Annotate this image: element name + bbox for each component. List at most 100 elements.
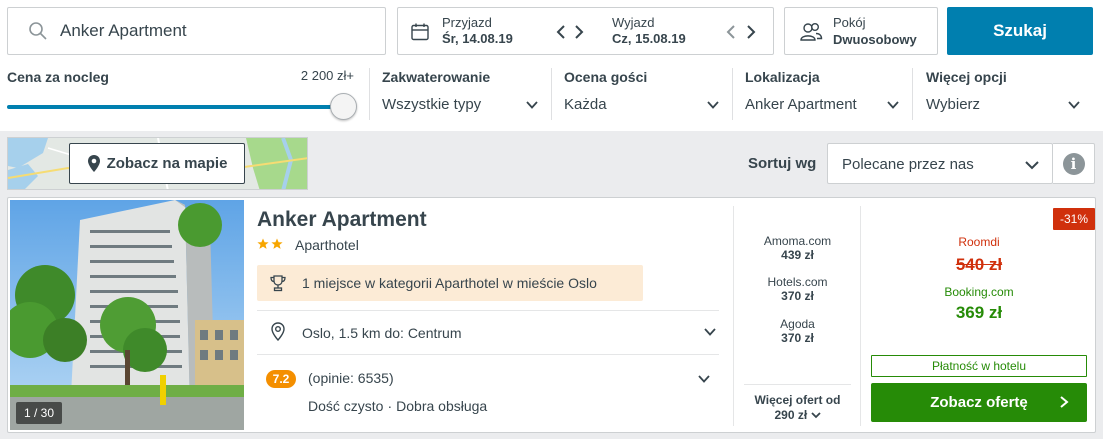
more-options-filter-value: Wybierz	[926, 96, 981, 113]
sort-info-button[interactable]: i	[1053, 143, 1095, 184]
filter-divider	[732, 68, 733, 120]
rating-highlight: Dobra obsługa	[396, 398, 488, 414]
rating-highlights: Dość czysto · Dobra obsługa	[308, 398, 487, 414]
map-pin-icon	[87, 155, 100, 172]
guest-rating-filter-title: Ocena gości	[564, 69, 648, 85]
other-offers: Amoma.com 439 zł Hotels.com 370 zł Agoda…	[734, 198, 861, 434]
more-offers-price-row: 290 zł	[744, 408, 851, 423]
search-input[interactable]: Anker Apartment	[7, 7, 386, 55]
pay-at-hotel-badge: Płatność w hotelu	[871, 355, 1087, 377]
search-input-value: Anker Apartment	[60, 21, 187, 40]
accommodation-filter-title: Zakwaterowanie	[382, 69, 491, 85]
filter-divider	[369, 68, 370, 120]
sort-label: Sortuj wg	[748, 155, 817, 172]
sort-select[interactable]: Polecane przez nas	[827, 143, 1053, 184]
best-deal-price[interactable]: 369 zł	[861, 303, 1097, 323]
photo-counter: 1 / 30	[16, 402, 63, 424]
chevron-down-icon[interactable]	[697, 372, 711, 386]
chevron-down-icon	[704, 328, 716, 336]
chevron-down-icon	[1068, 101, 1080, 109]
more-options-filter[interactable]: Więcej opcji Wybierz	[926, 68, 1082, 124]
more-offers-price: 290 zł	[774, 408, 808, 422]
offer-price: 439 zł	[781, 248, 814, 262]
chevron-left-icon	[726, 25, 735, 39]
rating-highlight: Dość czysto	[308, 398, 384, 414]
location-pin-icon	[271, 322, 285, 341]
checkin-field[interactable]: Przyjazd Śr, 14.08.19	[442, 15, 513, 47]
search-button[interactable]: Szukaj	[947, 7, 1093, 55]
location-text: Oslo, 1.5 km do: Centrum	[302, 325, 462, 341]
chevron-down-icon	[810, 412, 821, 419]
rating-score-badge[interactable]: 7.2	[266, 370, 296, 388]
chevron-right-icon	[575, 25, 584, 39]
sort-select-value: Polecane przez nas	[842, 156, 974, 173]
view-deal-button[interactable]: Zobacz ofertę	[871, 383, 1087, 422]
star-rating	[257, 238, 283, 250]
checkout-value: Cz, 15.08.19	[612, 31, 686, 46]
separator-dot: ·	[387, 398, 393, 414]
checkout-field[interactable]: Wyjazd Cz, 15.08.19	[612, 15, 686, 47]
offer-item[interactable]: Hotels.com 370 zł	[734, 275, 861, 303]
chevron-right-icon	[1060, 396, 1069, 408]
guest-rating-filter-value: Każda	[564, 96, 607, 113]
checkin-next-button[interactable]	[570, 22, 588, 42]
filter-divider	[551, 68, 552, 120]
offer-site: Amoma.com	[763, 234, 832, 248]
row-divider	[257, 354, 719, 355]
price-slider-handle[interactable]	[330, 93, 357, 120]
accommodation-filter[interactable]: Zakwaterowanie Wszystkie typy	[382, 68, 540, 124]
chevron-down-icon	[526, 101, 538, 109]
search-icon	[29, 22, 47, 40]
more-offers-button[interactable]: Więcej ofert od 290 zł	[744, 384, 851, 423]
checkin-prev-button[interactable]	[552, 22, 570, 42]
checkin-label: Przyjazd	[442, 15, 492, 30]
offer-item[interactable]: Agoda 370 zł	[734, 317, 861, 345]
trophy-icon	[270, 275, 286, 292]
price-slider-track[interactable]	[7, 105, 347, 109]
date-picker[interactable]: Przyjazd Śr, 14.08.19 Wyjazd Cz, 15.08.1…	[397, 7, 774, 55]
guests-icon	[800, 23, 823, 41]
room-selector[interactable]: Pokój Dwuosobowy	[784, 7, 938, 55]
filter-divider	[912, 68, 913, 120]
room-label: Pokój	[833, 15, 866, 30]
info-icon: i	[1062, 152, 1085, 175]
best-deal: -31% Roomdi 540 zł Booking.com 369 zł Pł…	[861, 198, 1097, 434]
location-filter[interactable]: Lokalizacja Anker Apartment	[745, 68, 901, 124]
search-header: Anker Apartment Przyjazd Śr, 14.08.19 Wy…	[0, 0, 1103, 131]
hotel-photo[interactable]: 1 / 30	[10, 200, 244, 430]
offer-site: Hotels.com	[767, 275, 828, 289]
show-on-map-button[interactable]: Zobacz na mapie	[69, 143, 245, 184]
star-icon	[257, 238, 269, 249]
show-on-map-label: Zobacz na mapie	[106, 155, 228, 172]
offer-item[interactable]: Amoma.com 439 zł	[734, 234, 861, 262]
checkout-prev-button[interactable]	[722, 22, 740, 42]
hotel-result-card: 1 / 30 Anker Apartment Aparthotel 1 miej…	[7, 197, 1096, 433]
chevron-down-icon	[887, 101, 899, 109]
calendar-icon	[411, 23, 429, 41]
discount-badge: -31%	[1053, 208, 1095, 230]
guest-rating-filter[interactable]: Ocena gości Każda	[564, 68, 720, 124]
more-options-filter-title: Więcej opcji	[926, 69, 1007, 85]
reference-site: Roomdi	[958, 235, 1000, 249]
price-filter: Cena za nocleg 2 200 zł+	[7, 68, 357, 124]
chevron-down-icon	[1025, 161, 1039, 170]
chevron-down-icon	[707, 101, 719, 109]
checkin-value: Śr, 14.08.19	[442, 31, 513, 46]
hotel-name[interactable]: Anker Apartment	[257, 208, 427, 232]
price-max-value: 2 200 zł+	[300, 68, 354, 83]
accommodation-filter-value: Wszystkie typy	[382, 96, 482, 113]
best-deal-site[interactable]: Booking.com	[861, 285, 1097, 299]
more-offers-label: Więcej ofert od	[754, 393, 841, 407]
location-row[interactable]: Oslo, 1.5 km do: Centrum	[257, 311, 719, 353]
reference-price: 540 zł	[955, 255, 1003, 274]
star-icon	[271, 238, 283, 249]
location-filter-value: Anker Apartment	[745, 96, 857, 113]
view-deal-label: Zobacz ofertę	[930, 394, 1028, 411]
checkout-next-button[interactable]	[742, 22, 760, 42]
offer-site: Agoda	[780, 317, 815, 331]
hotel-type: Aparthotel	[295, 237, 359, 253]
hotel-building-image	[10, 200, 244, 430]
checkout-label: Wyjazd	[612, 15, 655, 30]
rating-count[interactable]: (opinie: 6535)	[308, 370, 394, 386]
offer-price: 370 zł	[781, 331, 814, 345]
